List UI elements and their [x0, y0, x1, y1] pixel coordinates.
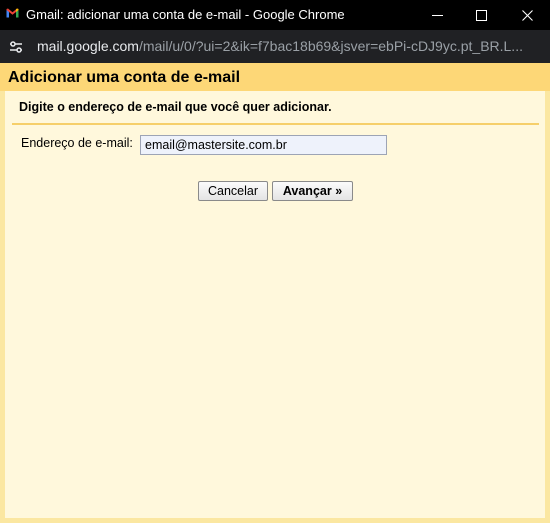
url-text[interactable]: mail.google.com/mail/u/0/?ui=2&ik=f7bac1… — [37, 38, 542, 54]
close-icon — [521, 9, 533, 21]
gmail-icon — [6, 8, 19, 18]
url-host: mail.google.com — [37, 38, 139, 54]
next-button[interactable]: Avançar » — [272, 181, 353, 201]
maximize-button[interactable] — [458, 0, 504, 30]
dialog-content: Digite o endereço de e-mail que você que… — [5, 91, 545, 518]
minimize-button[interactable] — [414, 0, 460, 30]
email-label: Endereço de e-mail: — [21, 136, 133, 150]
dialog-subtitle: Digite o endereço de e-mail que você que… — [19, 100, 332, 114]
window-title: Gmail: adicionar uma conta de e-mail - G… — [26, 7, 345, 22]
maximize-icon — [475, 9, 487, 21]
dialog-title: Adicionar uma conta de e-mail — [8, 69, 241, 86]
cancel-button[interactable]: Cancelar — [198, 181, 268, 201]
divider — [12, 123, 539, 125]
email-field[interactable] — [140, 135, 387, 155]
minimize-icon — [431, 14, 443, 16]
tune-icon[interactable] — [8, 39, 24, 55]
dialog-header: Adicionar uma conta de e-mail — [0, 63, 550, 91]
window-titlebar: Gmail: adicionar uma conta de e-mail - G… — [0, 0, 550, 30]
close-button[interactable] — [504, 0, 550, 30]
url-path: /mail/u/0/?ui=2&ik=f7bac18b69&jsver=ebPi… — [138, 38, 523, 54]
address-bar[interactable]: mail.google.com/mail/u/0/?ui=2&ik=f7bac1… — [0, 30, 550, 63]
dialog-page: Adicionar uma conta de e-mail Digite o e… — [0, 63, 550, 523]
